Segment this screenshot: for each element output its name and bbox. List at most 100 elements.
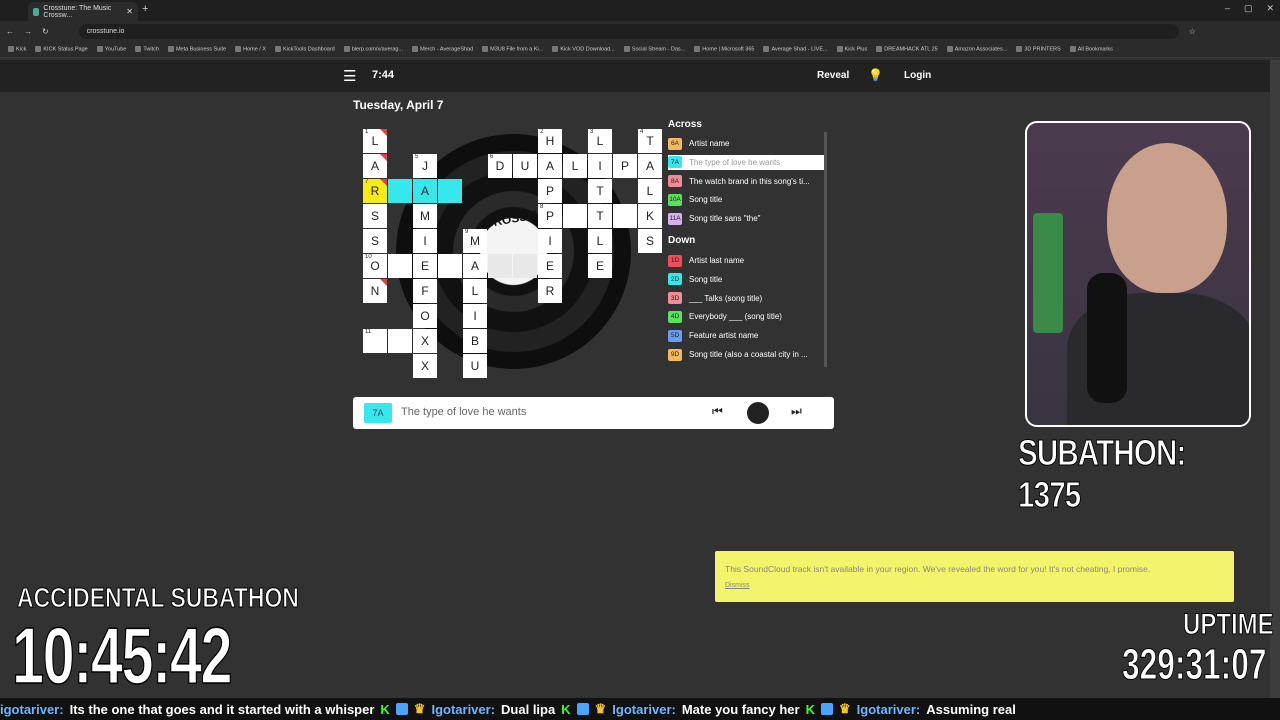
reload-icon[interactable]: ↻ bbox=[42, 27, 49, 36]
crossword-cell[interactable] bbox=[388, 179, 412, 203]
star-icon[interactable]: ☆ bbox=[1189, 27, 1196, 36]
crossword-cell[interactable] bbox=[613, 204, 637, 228]
crossword-cell[interactable]: N bbox=[363, 279, 387, 303]
crossword-cell[interactable]: S bbox=[638, 229, 662, 253]
crossword-cell[interactable]: M bbox=[413, 204, 437, 228]
clue-item[interactable]: 1D Artist last name bbox=[668, 253, 824, 268]
crossword-cell[interactable]: U bbox=[463, 354, 487, 378]
crossword-cell[interactable]: A bbox=[538, 154, 562, 178]
bookmark-item[interactable]: All Bookmarks bbox=[1070, 46, 1113, 52]
bookmark-item[interactable]: Social Stream - Das... bbox=[624, 46, 686, 52]
bookmark-item[interactable]: Kick bbox=[8, 46, 26, 52]
crossword-cell[interactable]: I bbox=[463, 304, 487, 328]
dismiss-link[interactable]: Dismiss bbox=[725, 582, 750, 589]
bookmark-item[interactable]: Meta Business Suite bbox=[168, 46, 226, 52]
crossword-cell[interactable]: A bbox=[413, 179, 437, 203]
crossword-cell[interactable]: O bbox=[413, 304, 437, 328]
bookmark-item[interactable]: Home / X bbox=[235, 46, 266, 52]
lightbulb-icon[interactable]: 💡 bbox=[868, 68, 883, 82]
crossword-cell[interactable]: I bbox=[538, 229, 562, 253]
bookmark-item[interactable]: KickTools Dashboard bbox=[275, 46, 335, 52]
crossword-cell[interactable] bbox=[438, 254, 462, 278]
crossword-cell[interactable]: L bbox=[563, 154, 587, 178]
crossword-cell[interactable]: E bbox=[588, 254, 612, 278]
back-icon[interactable]: ← bbox=[6, 27, 14, 36]
crossword-cell[interactable]: S bbox=[363, 229, 387, 253]
crossword-cell[interactable]: X bbox=[413, 354, 437, 378]
crossword-cell[interactable]: T bbox=[588, 179, 612, 203]
crossword-cell[interactable]: 11 bbox=[363, 329, 387, 353]
login-button[interactable]: Login bbox=[904, 70, 931, 81]
crossword-cell[interactable]: I bbox=[588, 154, 612, 178]
clue-item[interactable]: 9D Song title (also a coastal city in ... bbox=[668, 347, 824, 362]
forward-icon[interactable]: → bbox=[24, 27, 32, 36]
clue-item[interactable]: 11A Song title sans "the" bbox=[668, 211, 824, 226]
url-input[interactable]: crosstune.io bbox=[78, 23, 1179, 39]
clue-item[interactable]: 5D Feature artist name bbox=[668, 328, 824, 343]
crossword-cell[interactable]: A bbox=[638, 154, 662, 178]
bookmark-item[interactable]: blerp.com/x/averag... bbox=[344, 46, 403, 52]
clue-item[interactable]: 6A Artist name bbox=[668, 136, 824, 151]
reveal-button[interactable]: Reveal bbox=[817, 70, 849, 81]
crossword-cell[interactable]: 2H bbox=[538, 129, 562, 153]
clue-list-scrollbar[interactable] bbox=[824, 132, 827, 367]
bookmark-item[interactable]: Average Shad - LIVE... bbox=[763, 46, 827, 52]
crossword-cell[interactable]: A bbox=[363, 154, 387, 178]
crossword-cell[interactable] bbox=[438, 179, 462, 203]
clue-item[interactable]: 2D Song title bbox=[668, 272, 824, 287]
crossword-cell[interactable]: X bbox=[413, 329, 437, 353]
crossword-cell[interactable]: 6D bbox=[488, 154, 512, 178]
crossword-cell[interactable]: R bbox=[538, 279, 562, 303]
crossword-cell[interactable]: 10 O bbox=[363, 254, 387, 278]
crossword-cell[interactable]: 3L bbox=[588, 129, 612, 153]
crossword-cell[interactable]: I bbox=[413, 229, 437, 253]
bookmark-item[interactable]: KICK Status Page bbox=[35, 46, 87, 52]
bookmark-item[interactable]: Twitch bbox=[135, 46, 159, 52]
crossword-cell[interactable]: L bbox=[588, 229, 612, 253]
crossword-cell[interactable]: A bbox=[463, 254, 487, 278]
crossword-cell[interactable]: F bbox=[413, 279, 437, 303]
bookmark-item[interactable]: Home | Microsoft 365 bbox=[694, 46, 754, 52]
crossword-cell[interactable] bbox=[513, 254, 537, 278]
bookmark-item[interactable]: M3U8 File from a Ki... bbox=[482, 46, 543, 52]
close-window-icon[interactable]: ✕ bbox=[1266, 3, 1274, 14]
crossword-cell[interactable]: L bbox=[463, 279, 487, 303]
crossword-cell[interactable]: S bbox=[363, 204, 387, 228]
crossword-cell[interactable]: 7R bbox=[363, 179, 387, 203]
clue-item[interactable]: 4D Everybody ___ (song title) bbox=[668, 309, 824, 324]
menu-icon[interactable]: ☰ bbox=[343, 67, 356, 85]
minimize-icon[interactable]: – bbox=[1225, 3, 1230, 14]
clue-item[interactable]: 7A The type of love he wants bbox=[668, 154, 824, 170]
page-scrollbar[interactable] bbox=[1270, 60, 1280, 700]
crossword-cell[interactable]: 5J bbox=[413, 154, 437, 178]
next-track-icon[interactable]: ⏭ bbox=[791, 404, 802, 419]
crossword-cell[interactable]: 9M bbox=[463, 229, 487, 253]
crossword-cell[interactable] bbox=[388, 329, 412, 353]
bookmark-item[interactable]: 3D PRINTERS bbox=[1016, 46, 1060, 52]
crossword-cell[interactable] bbox=[388, 254, 412, 278]
bookmark-item[interactable]: YouTube bbox=[97, 46, 127, 52]
previous-track-icon[interactable]: ⏮ bbox=[712, 404, 723, 419]
maximize-icon[interactable]: ▢ bbox=[1244, 3, 1253, 14]
crossword-cell[interactable] bbox=[488, 254, 512, 278]
crossword-cell[interactable]: E bbox=[538, 254, 562, 278]
crossword-cell[interactable]: K bbox=[638, 204, 662, 228]
crossword-cell[interactable]: E bbox=[413, 254, 437, 278]
crossword-cell[interactable]: P bbox=[613, 154, 637, 178]
bookmark-item[interactable]: DREAMHACK ATL 25 bbox=[876, 46, 938, 52]
bookmark-item[interactable]: Kick VOD Download... bbox=[552, 46, 614, 52]
crossword-cell[interactable]: L bbox=[638, 179, 662, 203]
play-button[interactable] bbox=[747, 402, 769, 424]
crossword-cell[interactable]: T bbox=[588, 204, 612, 228]
crossword-cell[interactable]: 8P bbox=[538, 204, 562, 228]
bookmark-item[interactable]: Merch - AverageShad bbox=[412, 46, 473, 52]
crossword-cell[interactable]: 1L bbox=[363, 129, 387, 153]
crossword-cell[interactable]: U bbox=[513, 154, 537, 178]
crossword-cell[interactable]: P bbox=[538, 179, 562, 203]
bookmark-item[interactable]: Amazon Associates... bbox=[947, 46, 1008, 52]
close-tab-icon[interactable]: ✕ bbox=[126, 7, 133, 16]
new-tab-icon[interactable]: + bbox=[142, 3, 148, 15]
browser-tab[interactable]: Crosstune: The Music Crossw... ✕ bbox=[28, 2, 138, 21]
crossword-cell[interactable]: 4T bbox=[638, 129, 662, 153]
crossword-cell[interactable] bbox=[563, 204, 587, 228]
